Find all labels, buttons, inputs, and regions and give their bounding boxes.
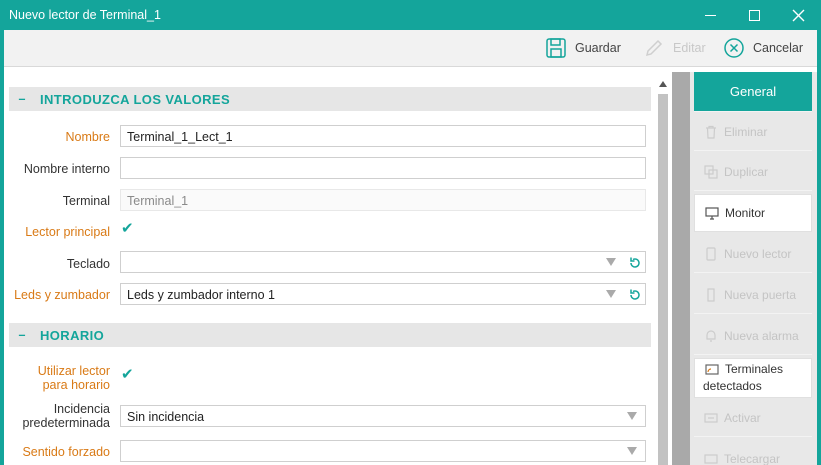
sidebar-item-label: Eliminar xyxy=(724,124,768,139)
leds-label: Leds y zumbador xyxy=(14,288,110,302)
collapse-icon[interactable]: – xyxy=(12,328,32,342)
section-header-schedule[interactable]: – HORARIO xyxy=(9,323,651,347)
minimize-button[interactable] xyxy=(687,0,733,30)
sidebar-item-row: Terminales xyxy=(705,362,783,376)
activate-icon xyxy=(704,412,718,423)
door-icon xyxy=(707,287,715,302)
edit-button[interactable]: Editar xyxy=(643,36,706,60)
scrollbar-thumb[interactable] xyxy=(658,94,668,465)
sidebar-item-label: Nueva alarma xyxy=(724,328,799,343)
sidebar-item-general[interactable]: General xyxy=(694,72,812,112)
save-icon xyxy=(546,38,566,58)
sidebar-item-duplicar[interactable]: Duplicar xyxy=(694,153,812,191)
cancel-label: Cancelar xyxy=(753,41,804,55)
nombre-interno-label: Nombre interno xyxy=(23,162,110,176)
lector-principal-checkbox[interactable]: ✔ xyxy=(121,219,134,237)
cancel-icon xyxy=(724,38,744,58)
save-label: Guardar xyxy=(575,41,621,55)
refresh-icon[interactable] xyxy=(628,256,642,270)
sidebar-item-nuevo-lector[interactable]: Nuevo lector xyxy=(694,235,812,273)
chevron-down-icon[interactable] xyxy=(606,258,616,266)
sidebar-item-monitor[interactable]: Monitor xyxy=(694,194,812,232)
form-panel: – INTRODUZCA LOS VALORES Nombre Terminal… xyxy=(4,72,655,465)
wifi-terminal-icon xyxy=(705,364,719,375)
sidebar-item-label: General xyxy=(729,84,777,99)
sidebar-item-label: Nuevo lector xyxy=(724,246,792,261)
reader-icon xyxy=(706,246,716,261)
section-title-schedule: HORARIO xyxy=(40,327,105,343)
utilizar-lector-checkbox[interactable]: ✔ xyxy=(121,365,134,383)
trash-icon xyxy=(706,125,716,139)
incidencia-label-line1: Incidencia xyxy=(53,402,110,416)
terminal-label: Terminal xyxy=(62,194,110,208)
save-button[interactable]: Guardar xyxy=(545,36,621,60)
pencil-icon xyxy=(645,39,663,57)
sidebar-item-label: Terminales xyxy=(725,362,784,376)
scroll-up-icon[interactable] xyxy=(659,81,667,87)
chevron-down-icon[interactable] xyxy=(627,412,637,420)
nombre-interno-input[interactable] xyxy=(120,157,646,179)
nombre-input[interactable]: Terminal_1_Lect_1 xyxy=(120,125,646,147)
close-window-button[interactable] xyxy=(775,0,821,30)
sidebar-item-label: Activar xyxy=(724,410,761,425)
bell-icon xyxy=(706,329,716,342)
sidebar-item-telecargar[interactable]: Telecargar xyxy=(694,440,812,465)
cancel-button[interactable]: Cancelar xyxy=(723,36,803,60)
form-scrollbar[interactable] xyxy=(655,72,672,465)
sidebar-item-eliminar[interactable]: Eliminar xyxy=(694,113,812,151)
incidencia-label-line2: predeterminada xyxy=(22,416,110,430)
sidebar-item-nueva-alarma[interactable]: Nueva alarma xyxy=(694,317,812,355)
monitor-icon xyxy=(705,207,719,220)
window-border-right xyxy=(817,30,821,465)
nombre-label: Nombre xyxy=(65,130,110,144)
chevron-down-icon[interactable] xyxy=(606,290,616,298)
maximize-icon xyxy=(748,9,760,21)
sidebar-item-label: Telecargar xyxy=(724,451,781,465)
section-header-values[interactable]: – INTRODUZCA LOS VALORES xyxy=(9,87,651,111)
sidebar-item-nueva-puerta[interactable]: Nueva puerta xyxy=(694,276,812,314)
utilizar-lector-label-line1: Utilizar lector xyxy=(37,364,110,378)
close-icon xyxy=(792,9,804,21)
refresh-icon[interactable] xyxy=(628,288,642,302)
sidebar-item-label-line2: detectados xyxy=(703,379,762,393)
chevron-down-icon[interactable] xyxy=(627,447,637,455)
sentido-forzado-label: Sentido forzado xyxy=(22,445,110,459)
toolbar: Guardar Editar Cancelar xyxy=(4,30,817,67)
leds-select[interactable]: Leds y zumbador interno 1 xyxy=(120,283,646,305)
sentido-forzado-select[interactable] xyxy=(120,440,646,462)
utilizar-lector-label: Utilizar lector para horario xyxy=(38,364,110,392)
duplicate-icon xyxy=(704,164,718,179)
sidebar-item-activar[interactable]: Activar xyxy=(694,399,812,437)
sidebar-item-label: Monitor xyxy=(725,206,766,220)
teclado-select[interactable] xyxy=(120,251,646,273)
sidebar-item-label: Nueva puerta xyxy=(724,287,797,302)
minimize-icon xyxy=(704,14,716,16)
panel-divider xyxy=(672,72,690,465)
edit-label: Editar xyxy=(673,41,706,55)
action-sidebar: General Eliminar Duplicar Monitor Nuevo … xyxy=(690,72,817,465)
sidebar-item-terminales-detectados[interactable]: Terminales detectados xyxy=(694,358,812,398)
incidencia-select[interactable]: Sin incidencia xyxy=(120,405,646,427)
upload-icon xyxy=(704,453,718,464)
lector-principal-label: Lector principal xyxy=(25,225,110,239)
window-titlebar: Nuevo lector de Terminal_1 xyxy=(0,0,821,30)
sidebar-item-label: Duplicar xyxy=(724,164,769,179)
utilizar-lector-label-line2: para horario xyxy=(42,378,110,392)
section-title-values: INTRODUZCA LOS VALORES xyxy=(40,91,231,107)
incidencia-label: Incidencia predeterminada xyxy=(22,402,110,430)
window-title: Nuevo lector de Terminal_1 xyxy=(9,8,161,22)
terminal-field: Terminal_1 xyxy=(120,189,646,211)
maximize-button[interactable] xyxy=(731,0,777,30)
collapse-icon[interactable]: – xyxy=(12,92,32,106)
teclado-label: Teclado xyxy=(66,257,110,271)
